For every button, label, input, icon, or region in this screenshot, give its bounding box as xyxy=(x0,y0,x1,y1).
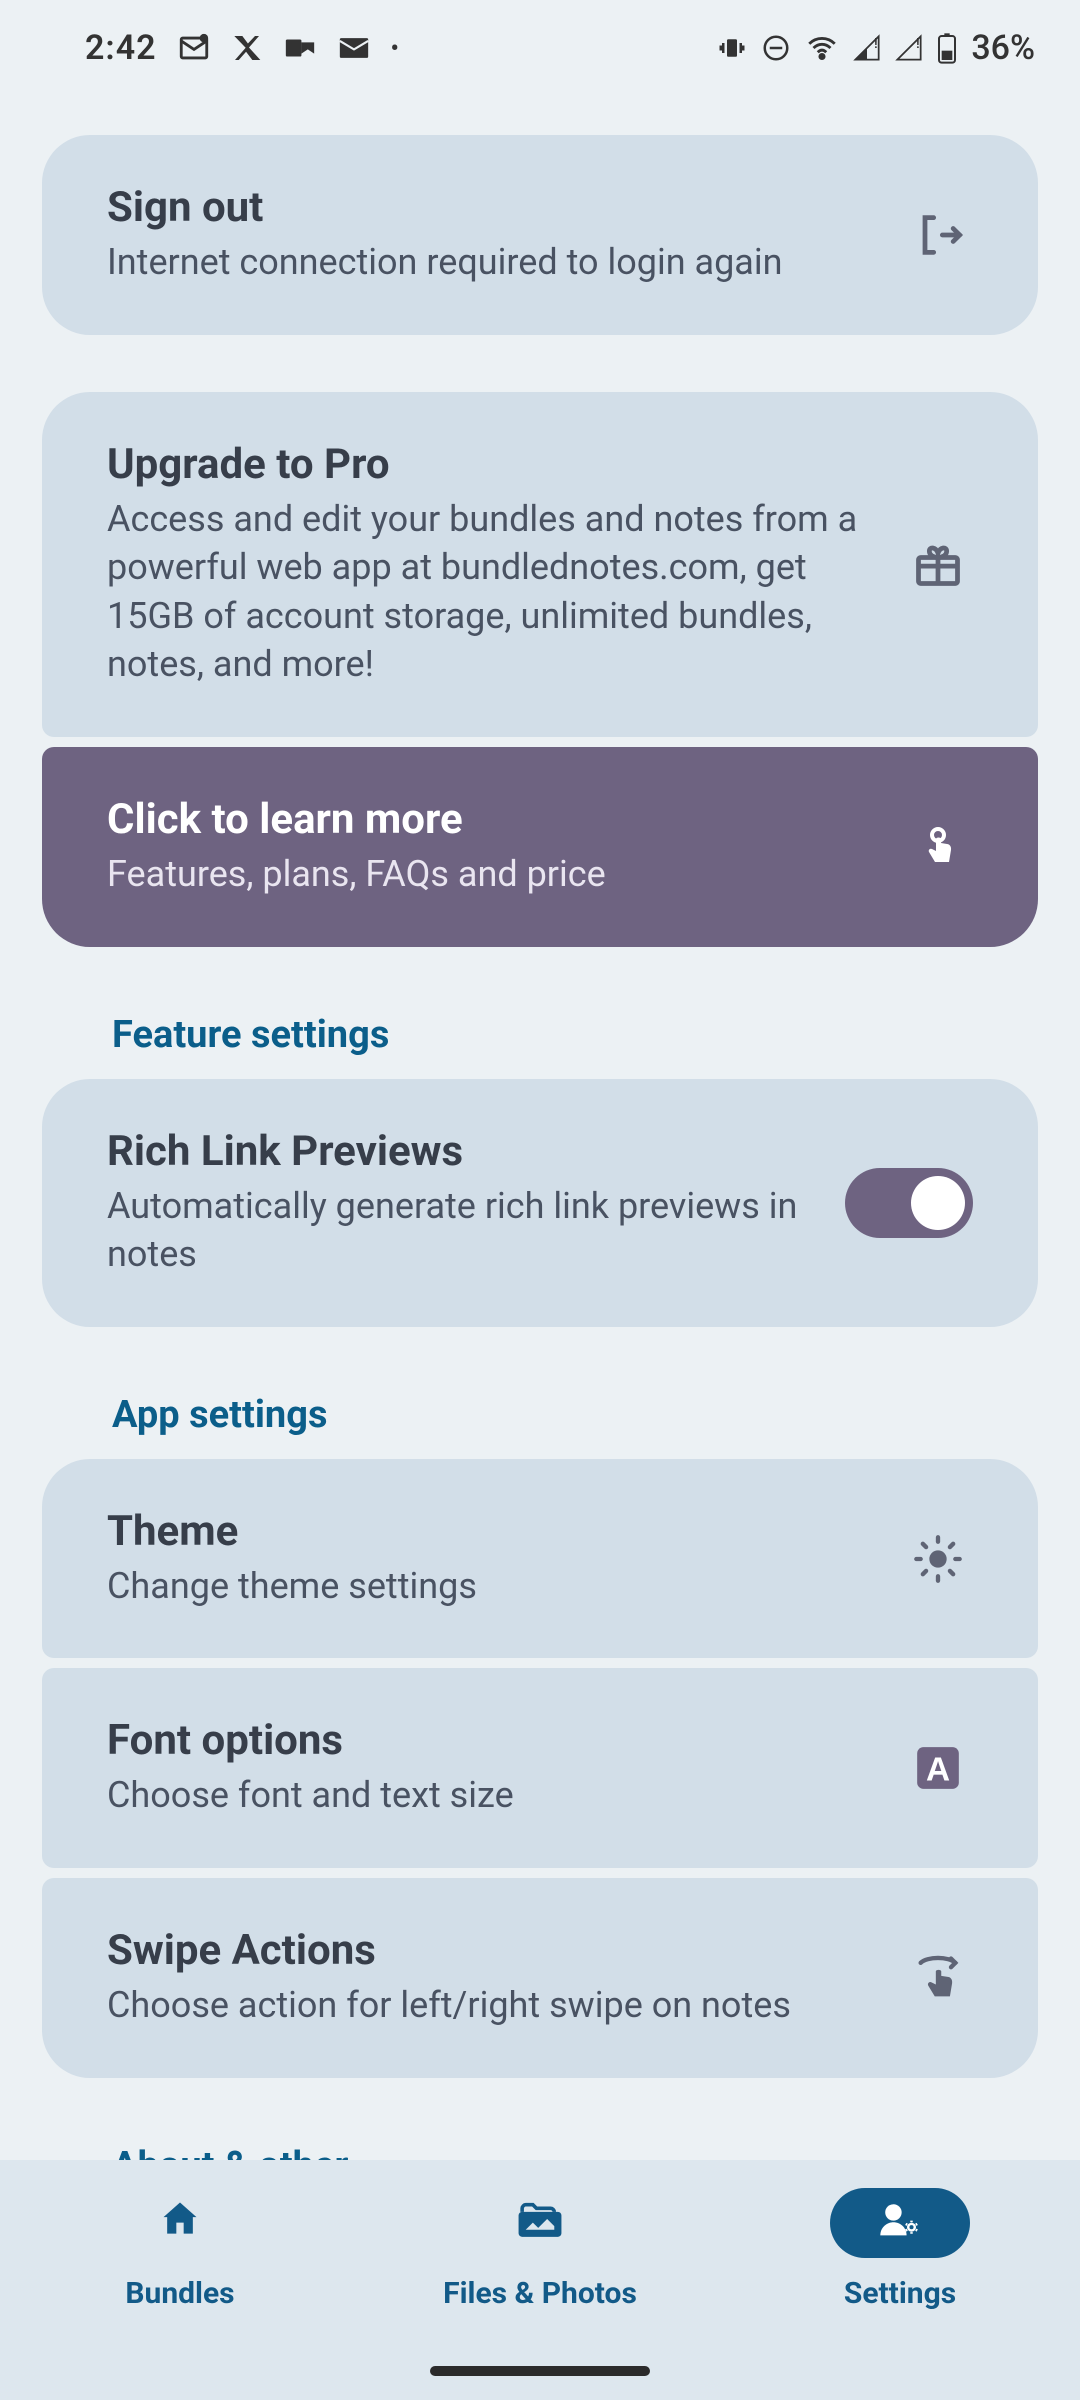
status-right: ! ! 36% xyxy=(717,28,1035,68)
sign-out-title: Sign out xyxy=(107,183,873,232)
settings-icon xyxy=(877,2199,923,2247)
bottom-nav: Bundles Files & Photos Settings xyxy=(0,2160,1080,2400)
svg-text:!: ! xyxy=(916,36,920,52)
outlook-icon xyxy=(283,31,317,65)
font-title: Font options xyxy=(107,1716,873,1765)
learn-more-title: Click to learn more xyxy=(107,795,873,844)
rich-link-toggle[interactable] xyxy=(845,1168,973,1238)
sign-out-row[interactable]: Sign out Internet connection required to… xyxy=(42,135,1038,335)
rich-link-row[interactable]: Rich Link Previews Automatically generat… xyxy=(42,1079,1038,1327)
nav-settings[interactable]: Settings xyxy=(740,2188,1060,2311)
sun-icon xyxy=(903,1533,973,1585)
rich-link-sub: Automatically generate rich link preview… xyxy=(107,1182,815,1279)
swipe-actions-row[interactable]: Swipe Actions Choose action for left/rig… xyxy=(42,1878,1038,2078)
status-left: 2:42 • xyxy=(85,28,399,68)
nav-files[interactable]: Files & Photos xyxy=(380,2188,700,2311)
learn-more-sub: Features, plans, FAQs and price xyxy=(107,850,873,899)
touch-icon xyxy=(903,823,973,871)
theme-row[interactable]: Theme Change theme settings xyxy=(42,1459,1038,1659)
theme-title: Theme xyxy=(107,1507,873,1556)
rich-link-title: Rich Link Previews xyxy=(107,1127,815,1176)
upgrade-title: Upgrade to Pro xyxy=(107,440,873,489)
toggle-knob xyxy=(911,1176,965,1230)
signal-1-icon: ! xyxy=(853,34,881,62)
x-icon xyxy=(231,32,263,64)
nav-settings-label: Settings xyxy=(844,2276,956,2311)
vibrate-icon xyxy=(717,33,747,63)
section-feature-settings: Feature settings xyxy=(42,965,1038,1061)
upgrade-sub: Access and edit your bundles and notes f… xyxy=(107,495,873,689)
upgrade-pro-row[interactable]: Upgrade to Pro Access and edit your bund… xyxy=(42,392,1038,737)
battery-percent: 36% xyxy=(971,28,1035,68)
battery-icon xyxy=(937,32,957,64)
swipe-icon xyxy=(903,1952,973,2004)
settings-content: Sign out Internet connection required to… xyxy=(0,95,1080,2160)
section-app-settings: App settings xyxy=(42,1345,1038,1441)
nav-files-label: Files & Photos xyxy=(443,2276,637,2311)
sign-out-sub: Internet connection required to login ag… xyxy=(107,238,873,287)
status-time: 2:42 xyxy=(85,28,157,68)
font-options-row[interactable]: Font options Choose font and text size A xyxy=(42,1668,1038,1868)
section-about: About & other xyxy=(42,2096,1038,2160)
home-icon xyxy=(158,2197,202,2249)
svg-text:!: ! xyxy=(874,36,878,52)
nav-bundles[interactable]: Bundles xyxy=(20,2188,340,2311)
mail-icon xyxy=(337,31,371,65)
nav-bundles-label: Bundles xyxy=(125,2276,234,2311)
swipe-title: Swipe Actions xyxy=(107,1926,873,1975)
learn-more-row[interactable]: Click to learn more Features, plans, FAQ… xyxy=(42,747,1038,947)
mail-outline-icon xyxy=(177,31,211,65)
dnd-icon xyxy=(761,33,791,63)
font-icon: A xyxy=(903,1743,973,1793)
swipe-sub: Choose action for left/right swipe on no… xyxy=(107,1981,873,2030)
font-sub: Choose font and text size xyxy=(107,1771,873,1820)
svg-text:A: A xyxy=(926,1752,950,1789)
gift-icon xyxy=(903,538,973,590)
dot-icon: • xyxy=(391,34,399,62)
wifi-icon xyxy=(805,31,839,65)
signal-2-icon: ! xyxy=(895,34,923,62)
gesture-bar[interactable] xyxy=(430,2366,650,2376)
theme-sub: Change theme settings xyxy=(107,1562,873,1611)
status-bar: 2:42 • ! ! 36% xyxy=(0,0,1080,95)
sign-out-icon xyxy=(903,209,973,261)
files-icon xyxy=(515,2197,565,2249)
